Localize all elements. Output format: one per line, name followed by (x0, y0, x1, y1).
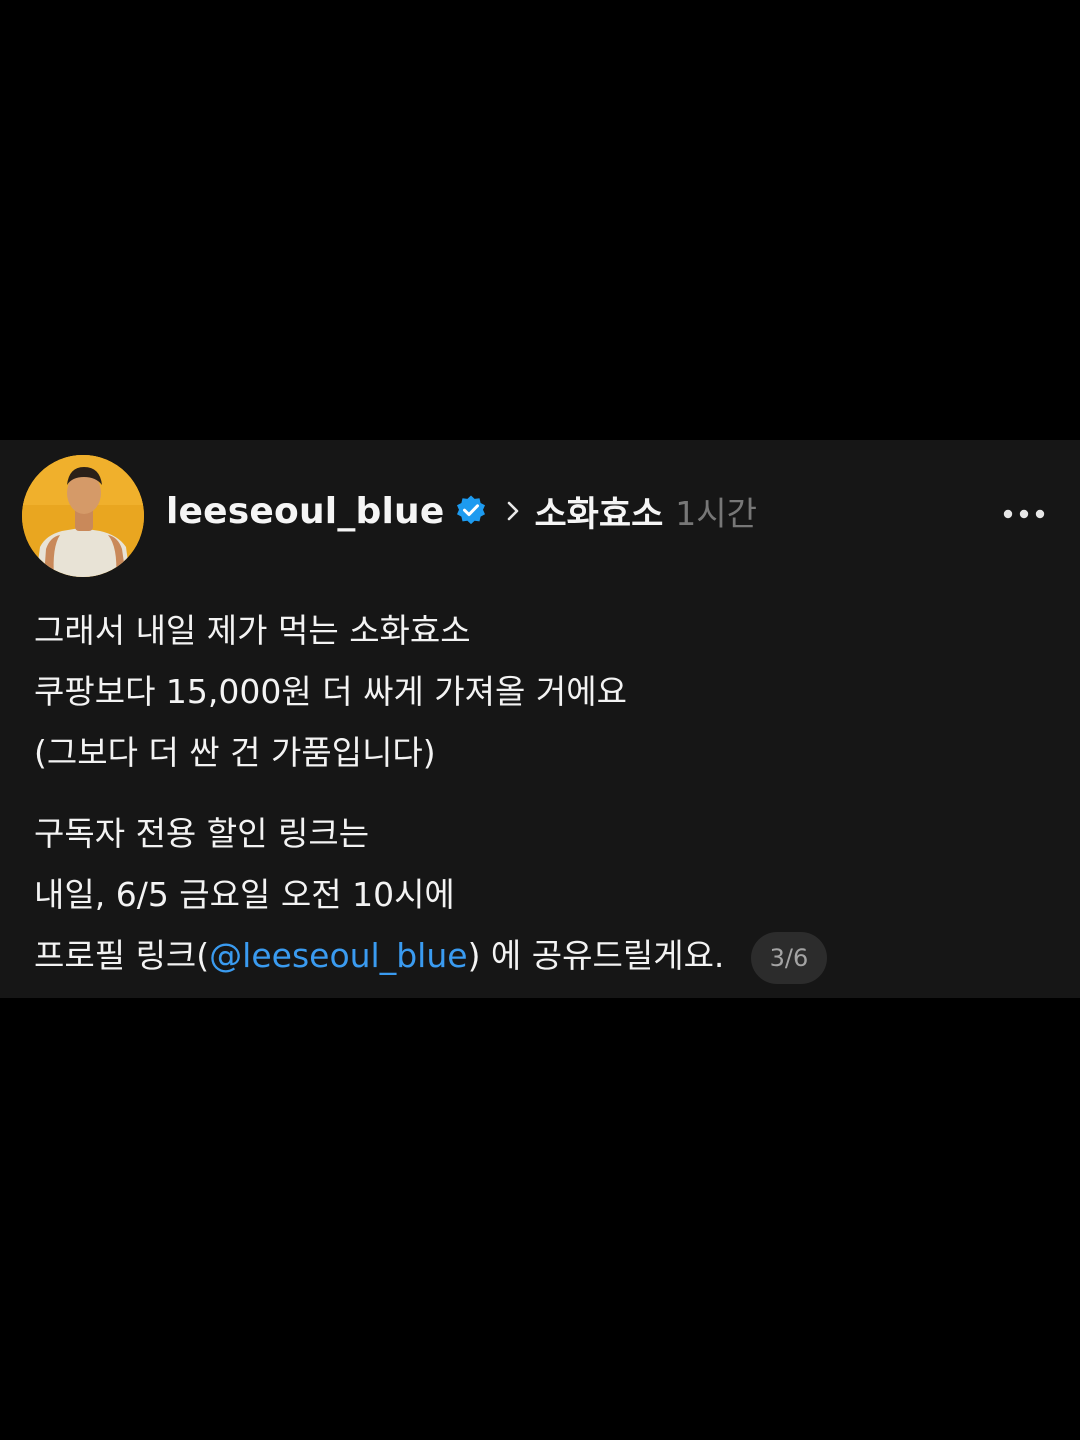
chevron-right-icon (504, 498, 522, 524)
post-text-line: 그래서 내일 제가 먹는 소화효소 (34, 611, 471, 650)
topic-tag[interactable]: 소화효소 (534, 486, 663, 537)
avatar[interactable] (22, 455, 144, 577)
post-text-line: (그보다 더 싼 건 가품입니다) (34, 733, 436, 772)
post-text-line-with-mention: 프로필 링크(@leeseoul_blue) 에 공유드릴게요. 3/6 (34, 925, 1054, 986)
post-timestamp: 1시간 (675, 494, 758, 533)
post-text-line: 구독자 전용 할인 링크는 (34, 814, 370, 853)
post-text-line: 내일, 6/5 금요일 오전 10시에 (34, 875, 455, 914)
more-horizontal-icon (1003, 509, 1045, 519)
verified-badge-icon (454, 494, 488, 528)
post-text-segment: ) 에 공유드릴게요. (467, 936, 725, 975)
mention-link[interactable]: @leeseoul_blue (209, 936, 467, 975)
post-body: 그래서 내일 제가 먹는 소화효소 쿠팡보다 15,000원 더 싸게 가져올 … (34, 600, 1054, 986)
post-card: leeseoul_blue 소화효소 1시간 그래서 내일 제가 먹는 소화효소… (0, 440, 1080, 998)
post-text-line: 쿠팡보다 15,000원 더 싸게 가져올 거에요 (34, 672, 627, 711)
username-link[interactable]: leeseoul_blue (166, 491, 444, 532)
page-indicator-badge: 3/6 (750, 931, 827, 984)
post-header: leeseoul_blue 소화효소 1시간 (166, 485, 757, 537)
more-options-button[interactable] (996, 496, 1052, 532)
post-text-segment: 프로필 링크( (34, 936, 210, 975)
